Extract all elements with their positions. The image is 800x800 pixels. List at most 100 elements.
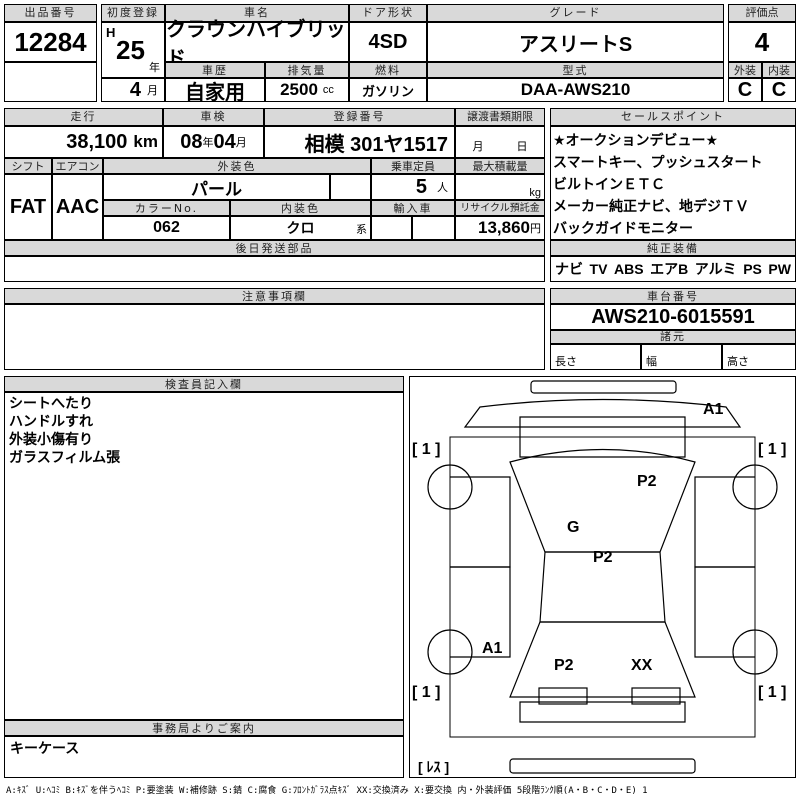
equipment-item: アルミ — [694, 261, 737, 277]
inspector-line: ハンドルすれ — [9, 414, 93, 430]
mark-tire-rl: [ 1 ] — [412, 684, 441, 701]
sale-point: ★オークションデビュー★ — [553, 133, 719, 149]
equipment-item: ナビ — [555, 261, 583, 277]
mileage-label: 走行 — [4, 108, 163, 126]
int-color-value: クロ — [286, 220, 315, 236]
int-color-label: 内装色 — [230, 200, 371, 216]
inspection: 08 年 04 月 — [163, 126, 264, 158]
mileage: 38,100 km — [4, 126, 163, 158]
max-load: kg — [455, 174, 545, 200]
aircon-label: エアコン — [52, 158, 103, 174]
shift: FAT — [4, 174, 52, 240]
equipment-item: PW — [768, 261, 791, 277]
year-value: 25 — [116, 35, 145, 65]
legend: A:ｷｽﾞ U:ﾍｺﾐ B:ｷｽﾞを伴うﾍｺﾐ P:要塗装 W:補修跡 S:錆 … — [6, 786, 648, 796]
mileage-value: 38,100 — [66, 130, 128, 153]
car-name: クラウンハイブリッド — [165, 19, 349, 70]
mark-a1-front: A1 — [703, 401, 724, 418]
transfer-label: 譲渡書類期限 — [455, 108, 545, 126]
sale-point: ビルトインＥＴＣ — [553, 177, 665, 193]
fuel: ガソリン — [349, 78, 427, 102]
displacement-unit: cc — [322, 84, 334, 96]
notes-label: 注意事項欄 — [4, 288, 545, 304]
equipment-item: ABS — [613, 261, 644, 277]
color-no-label: カラーNo. — [103, 200, 230, 216]
month-value: 4 — [129, 78, 141, 101]
inspector-line: シートへたり — [9, 396, 93, 412]
equipment: ナビ TV ABS エアB アルミ PS PW — [550, 256, 796, 282]
recycle-unit: 円 — [530, 223, 541, 235]
spec-height: 高さ — [722, 344, 796, 370]
mark-tire-fl: [ 1 ] — [412, 441, 441, 458]
max-load-label: 最大積載量 — [455, 158, 545, 174]
office-notes: キーケース — [4, 736, 404, 778]
later-parts-label: 後日発送部品 — [4, 240, 545, 256]
exterior-label: 外装 — [728, 62, 762, 78]
capacity: 5人 — [371, 174, 455, 200]
history: 自家用 — [165, 78, 265, 104]
equipment-item: TV — [589, 261, 608, 277]
equipment-item: PS — [743, 261, 762, 277]
plate-number: 相模 301ヤ1517 — [264, 126, 455, 158]
plate-label: 登録番号 — [264, 108, 455, 126]
grade-label: グレード — [427, 4, 724, 22]
score-label: 評価点 — [728, 4, 796, 22]
exterior-score: C — [728, 78, 762, 102]
inspection-month-unit: 月 — [235, 137, 247, 149]
ext-color-blank — [330, 174, 371, 200]
mileage-unit: km — [133, 132, 158, 151]
shift-label: シフト — [4, 158, 52, 174]
damage-diagram: A1 [ 1 ] [ 1 ] P2 G P2 A1 P2 XX [ 1 ] [ … — [409, 376, 796, 778]
ext-color-label: 外装色 — [103, 158, 371, 174]
import-cell-1 — [371, 216, 412, 240]
color-no: 062 — [103, 216, 230, 240]
model-label: 型式 — [427, 62, 724, 78]
sale-point: バックガイドモニター — [553, 221, 693, 237]
equipment-item: エアB — [650, 261, 689, 277]
fuel-label: 燃料 — [349, 62, 427, 78]
lot-label: 出品番号 — [4, 4, 97, 22]
transfer-deadline: 月日 — [455, 126, 545, 158]
recycle-value: 13,860 — [478, 218, 530, 237]
mark-p2-trunk: P2 — [554, 657, 574, 674]
mark-g-windshield: G — [567, 519, 580, 536]
capacity-label: 乗車定員 — [371, 158, 455, 174]
import-label: 輸入車 — [371, 200, 455, 216]
inspection-year-unit: 年 — [202, 137, 214, 149]
lot-blank — [4, 62, 97, 102]
lot-number: 12284 — [4, 22, 97, 62]
sale-point: メーカー純正ナビ、地デジＴＶ — [553, 199, 749, 215]
office-label: 事務局よりご案内 — [4, 720, 404, 736]
first-reg-year: H 25 年 — [101, 22, 165, 78]
mark-a1-rear-left: A1 — [482, 640, 503, 657]
year-unit: 年 — [149, 61, 160, 74]
inspector-line: 外装小傷有り — [9, 432, 93, 448]
mark-tire-fr: [ 1 ] — [758, 441, 787, 458]
later-parts — [4, 256, 545, 282]
inspector-label: 検査員記入欄 — [4, 376, 404, 392]
model-code: DAA-AWS210 — [427, 78, 724, 102]
int-color: クロ 系 — [230, 216, 371, 240]
aircon: AAC — [52, 174, 103, 240]
max-load-unit: kg — [529, 187, 541, 199]
mark-p2-hood: P2 — [637, 473, 657, 490]
transfer-month: 月 — [472, 141, 484, 153]
mark-tire-rr: [ 1 ] — [758, 684, 787, 701]
grade: アスリートS — [427, 22, 724, 62]
door-type: 4SD — [349, 22, 427, 62]
inspection-label: 車検 — [163, 108, 264, 126]
capacity-value: 5 — [415, 175, 427, 198]
recycle-label: リサイクル預託金 — [455, 200, 545, 216]
int-color-unit: 系 — [356, 224, 367, 236]
spec-width: 幅 — [641, 344, 722, 370]
interior-label: 内装 — [762, 62, 796, 78]
sale-point: スマートキー、プッシュスタート — [553, 155, 763, 171]
inspection-month: 04 — [213, 130, 236, 153]
spec-length: 長さ — [550, 344, 641, 370]
mark-p2-roof: P2 — [593, 549, 613, 566]
inspector-line: ガラスフィルム張 — [9, 450, 121, 466]
notes — [4, 304, 545, 370]
first-reg-month: 4月 — [101, 78, 165, 102]
spare-tire-less: [ ﾚｽ ] — [418, 759, 450, 775]
displacement: 2500 cc — [265, 78, 349, 102]
